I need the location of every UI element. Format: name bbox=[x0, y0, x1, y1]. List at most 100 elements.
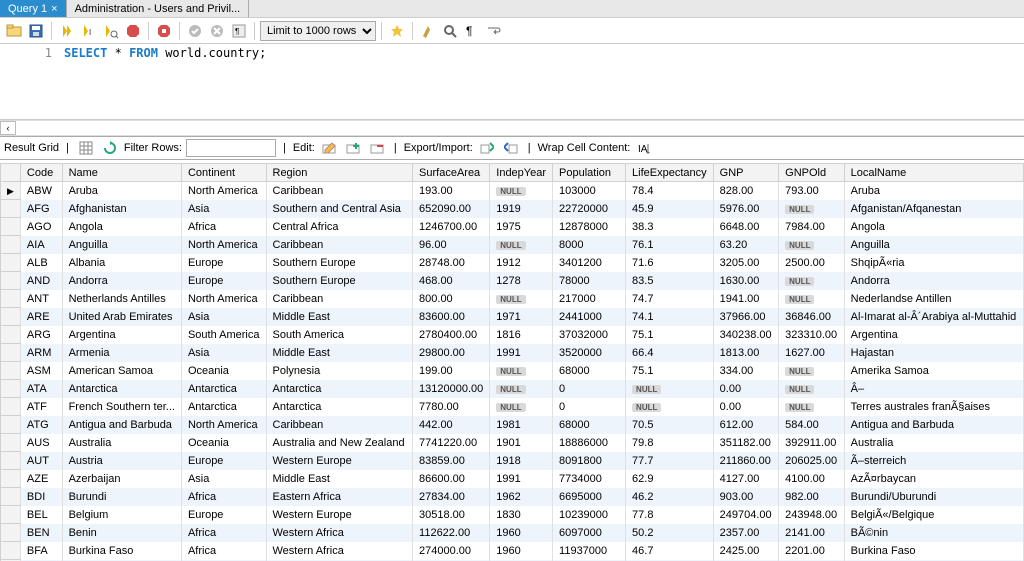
cell-continent[interactable]: North America bbox=[181, 236, 266, 254]
cell-continent[interactable]: Asia bbox=[181, 308, 266, 326]
table-row[interactable]: AREUnited Arab EmiratesAsiaMiddle East83… bbox=[1, 308, 1024, 326]
table-row[interactable]: ARMArmeniaAsiaMiddle East29800.001991352… bbox=[1, 344, 1024, 362]
cell-code[interactable]: AFG bbox=[20, 200, 62, 218]
cell-code[interactable]: ARG bbox=[20, 326, 62, 344]
cell-localname[interactable]: Afganistan/Afqanestan bbox=[844, 200, 1023, 218]
cell-name[interactable]: Afghanistan bbox=[62, 200, 181, 218]
sql-editor[interactable]: 1 SELECT * FROM world.country; bbox=[0, 44, 1024, 120]
cell-localname[interactable]: Australia bbox=[844, 434, 1023, 452]
cell-indepyear[interactable]: NULL bbox=[490, 236, 553, 254]
cell-localname[interactable]: Ã–sterreich bbox=[844, 452, 1023, 470]
column-header-lifeexpectancy[interactable]: LifeExpectancy bbox=[626, 164, 714, 182]
cell-code[interactable]: ASM bbox=[20, 362, 62, 380]
cell-population[interactable]: 6695000 bbox=[553, 488, 626, 506]
cell-population[interactable]: 6097000 bbox=[553, 524, 626, 542]
table-row[interactable]: ASMAmerican SamoaOceaniaPolynesia199.00N… bbox=[1, 362, 1024, 380]
cell-localname[interactable]: BÃ©nin bbox=[844, 524, 1023, 542]
table-row[interactable]: AZEAzerbaijanAsiaMiddle East86600.001991… bbox=[1, 470, 1024, 488]
cell-indepyear[interactable]: 1975 bbox=[490, 218, 553, 236]
cell-lifeexpectancy[interactable]: 71.6 bbox=[626, 254, 714, 272]
cell-surfacearea[interactable]: 7741220.00 bbox=[413, 434, 490, 452]
cell-indepyear[interactable]: 1981 bbox=[490, 416, 553, 434]
cell-name[interactable]: United Arab Emirates bbox=[62, 308, 181, 326]
table-row[interactable]: BENBeninAfricaWestern Africa112622.00196… bbox=[1, 524, 1024, 542]
column-header-continent[interactable]: Continent bbox=[181, 164, 266, 182]
cell-code[interactable]: BEL bbox=[20, 506, 62, 524]
table-row[interactable]: ANDAndorraEuropeSouthern Europe468.00127… bbox=[1, 272, 1024, 290]
cell-gnp[interactable]: 6648.00 bbox=[713, 218, 778, 236]
cell-gnpold[interactable]: NULL bbox=[779, 398, 844, 416]
cell-indepyear[interactable]: NULL bbox=[490, 380, 553, 398]
cell-localname[interactable]: Al-Imarat al-Â´Arabiya al-Muttahid bbox=[844, 308, 1023, 326]
cell-continent[interactable]: Asia bbox=[181, 344, 266, 362]
row-header-blank[interactable] bbox=[1, 164, 21, 182]
cell-continent[interactable]: Europe bbox=[181, 254, 266, 272]
table-row[interactable]: AUSAustraliaOceaniaAustralia and New Zea… bbox=[1, 434, 1024, 452]
cell-code[interactable]: AZE bbox=[20, 470, 62, 488]
cell-region[interactable]: Southern Europe bbox=[266, 272, 413, 290]
column-header-surfacearea[interactable]: SurfaceArea bbox=[413, 164, 490, 182]
cell-name[interactable]: Antarctica bbox=[62, 380, 181, 398]
table-row[interactable]: ATGAntigua and BarbudaNorth AmericaCarib… bbox=[1, 416, 1024, 434]
cell-gnpold[interactable]: NULL bbox=[779, 380, 844, 398]
cell-code[interactable]: ARE bbox=[20, 308, 62, 326]
cell-gnpold[interactable]: 1627.00 bbox=[779, 344, 844, 362]
cell-gnp[interactable]: 1630.00 bbox=[713, 272, 778, 290]
cell-gnp[interactable]: 612.00 bbox=[713, 416, 778, 434]
cell-name[interactable]: French Southern ter... bbox=[62, 398, 181, 416]
cell-localname[interactable]: Argentina bbox=[844, 326, 1023, 344]
cell-code[interactable]: AUS bbox=[20, 434, 62, 452]
cell-indepyear[interactable]: NULL bbox=[490, 182, 553, 200]
tab-query1[interactable]: Query 1 × bbox=[0, 0, 67, 17]
cell-indepyear[interactable]: 1919 bbox=[490, 200, 553, 218]
table-row[interactable]: ▶ABWArubaNorth AmericaCaribbean193.00NUL… bbox=[1, 182, 1024, 200]
table-row[interactable]: ALBAlbaniaEuropeSouthern Europe28748.001… bbox=[1, 254, 1024, 272]
cell-continent[interactable]: Asia bbox=[181, 470, 266, 488]
cell-indepyear[interactable]: 1991 bbox=[490, 344, 553, 362]
cell-gnp[interactable]: 2425.00 bbox=[713, 542, 778, 560]
column-header-population[interactable]: Population bbox=[553, 164, 626, 182]
cell-region[interactable]: Polynesia bbox=[266, 362, 413, 380]
table-row[interactable]: AFGAfghanistanAsiaSouthern and Central A… bbox=[1, 200, 1024, 218]
table-row[interactable]: BDIBurundiAfricaEastern Africa27834.0019… bbox=[1, 488, 1024, 506]
cell-localname[interactable]: Amerika Samoa bbox=[844, 362, 1023, 380]
cell-region[interactable]: Caribbean bbox=[266, 416, 413, 434]
cell-continent[interactable]: Africa bbox=[181, 218, 266, 236]
cell-region[interactable]: Middle East bbox=[266, 308, 413, 326]
find-icon[interactable] bbox=[440, 21, 460, 41]
execute-icon[interactable] bbox=[57, 21, 77, 41]
cell-surfacearea[interactable]: 27834.00 bbox=[413, 488, 490, 506]
cell-gnpold[interactable]: NULL bbox=[779, 290, 844, 308]
table-row[interactable]: BFABurkina FasoAfricaWestern Africa27400… bbox=[1, 542, 1024, 560]
cell-lifeexpectancy[interactable]: 78.4 bbox=[626, 182, 714, 200]
cell-lifeexpectancy[interactable]: 83.5 bbox=[626, 272, 714, 290]
cell-indepyear[interactable]: 1971 bbox=[490, 308, 553, 326]
cell-code[interactable]: AGO bbox=[20, 218, 62, 236]
cell-gnpold[interactable]: NULL bbox=[779, 272, 844, 290]
cell-gnpold[interactable]: 2141.00 bbox=[779, 524, 844, 542]
cell-region[interactable]: Western Europe bbox=[266, 506, 413, 524]
cell-code[interactable]: BDI bbox=[20, 488, 62, 506]
cell-gnp[interactable]: 351182.00 bbox=[713, 434, 778, 452]
cell-continent[interactable]: Asia bbox=[181, 200, 266, 218]
cell-gnp[interactable]: 37966.00 bbox=[713, 308, 778, 326]
cell-continent[interactable]: Europe bbox=[181, 452, 266, 470]
cell-continent[interactable]: Europe bbox=[181, 272, 266, 290]
column-header-region[interactable]: Region bbox=[266, 164, 413, 182]
cell-region[interactable]: Middle East bbox=[266, 344, 413, 362]
cell-population[interactable]: 22720000 bbox=[553, 200, 626, 218]
cell-surfacearea[interactable]: 30518.00 bbox=[413, 506, 490, 524]
stop-icon[interactable] bbox=[123, 21, 143, 41]
cell-localname[interactable]: Andorra bbox=[844, 272, 1023, 290]
cell-name[interactable]: Anguilla bbox=[62, 236, 181, 254]
cell-code[interactable]: AUT bbox=[20, 452, 62, 470]
cell-gnpold[interactable]: 243948.00 bbox=[779, 506, 844, 524]
cell-surfacearea[interactable]: 468.00 bbox=[413, 272, 490, 290]
cell-name[interactable]: Armenia bbox=[62, 344, 181, 362]
cell-surfacearea[interactable]: 193.00 bbox=[413, 182, 490, 200]
cell-region[interactable]: Antarctica bbox=[266, 380, 413, 398]
cell-indepyear[interactable]: 1960 bbox=[490, 542, 553, 560]
cell-name[interactable]: Antigua and Barbuda bbox=[62, 416, 181, 434]
cell-continent[interactable]: Europe bbox=[181, 506, 266, 524]
cell-indepyear[interactable]: NULL bbox=[490, 362, 553, 380]
